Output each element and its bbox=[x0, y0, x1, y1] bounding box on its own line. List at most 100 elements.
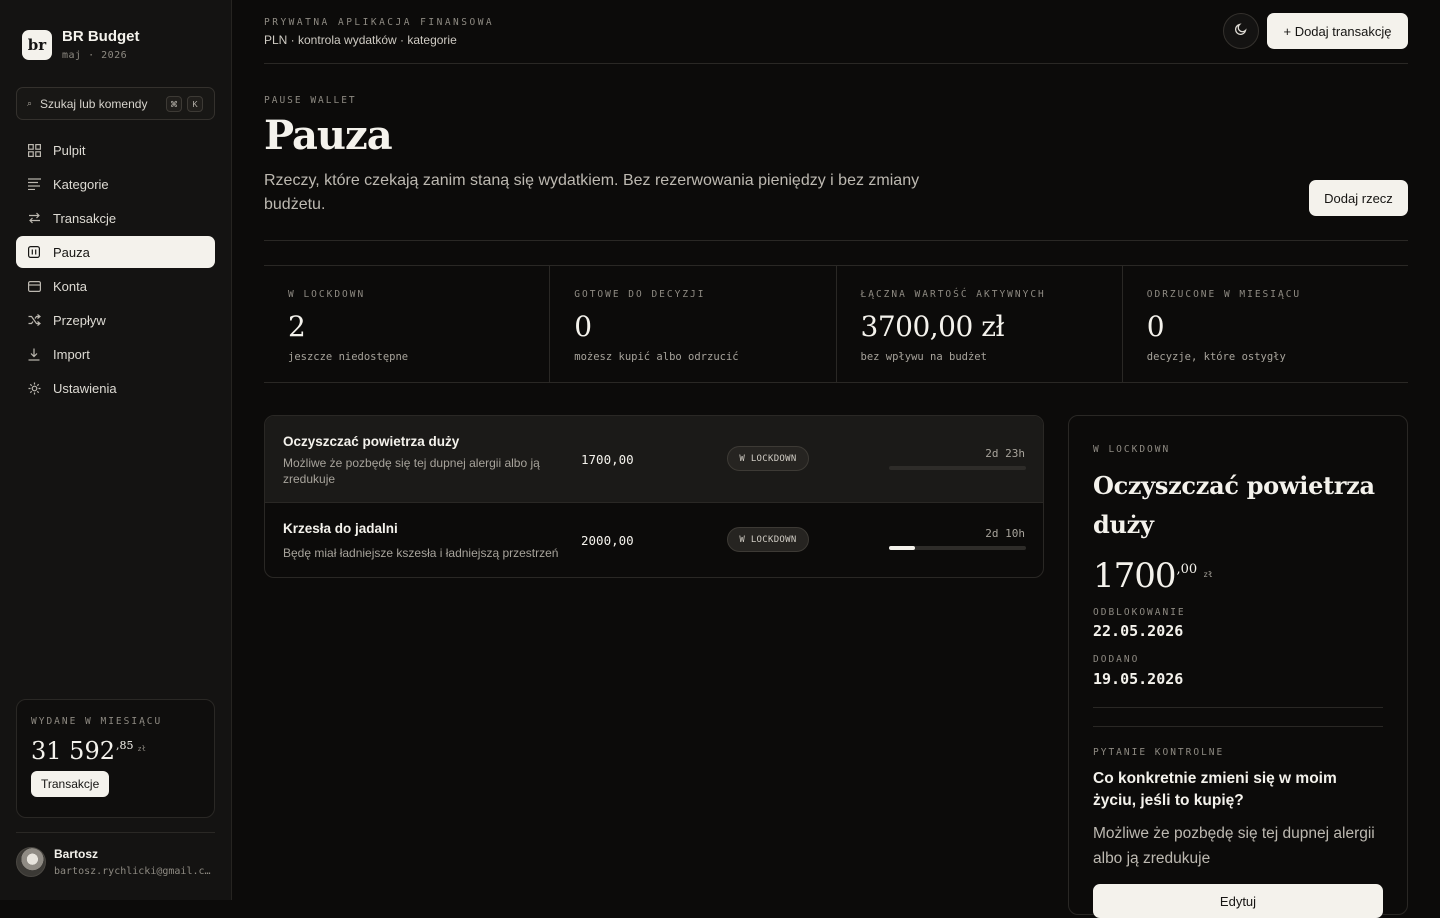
page-title: Pauza bbox=[264, 112, 393, 159]
detail-amount-int: 1700 bbox=[1093, 556, 1177, 596]
sidebar-item-label: Ustawienia bbox=[53, 380, 117, 396]
added-date: 19.05.2026 bbox=[1093, 670, 1184, 688]
stat-value: 0 bbox=[574, 310, 592, 343]
item-description: Możliwe że pozbędę się tej dupnej alergi… bbox=[283, 456, 540, 486]
stat-note: jeszcze niedostępne bbox=[288, 351, 409, 363]
card-icon bbox=[26, 278, 42, 294]
detail-amount: 1700 ,00 zł bbox=[1093, 556, 1213, 596]
user-name: Bartosz bbox=[54, 847, 99, 861]
status-badge: W LOCKDOWN bbox=[727, 446, 809, 471]
added-label: DODANO bbox=[1093, 654, 1140, 665]
sidebar: br BR Budget maj · 2026 ⌕ Szukaj lub kom… bbox=[0, 0, 232, 900]
item-timer: 2d 23h bbox=[985, 447, 1025, 460]
sidebar-item-kategorie[interactable]: Kategorie bbox=[16, 168, 215, 200]
sidebar-item-label: Pulpit bbox=[53, 142, 86, 158]
stat-note: bez wpływu na budżet bbox=[860, 351, 987, 363]
edit-label: Edytuj bbox=[1219, 894, 1257, 909]
stat-note: możesz kupić albo odrzucić bbox=[574, 351, 739, 363]
sidebar-item-konta[interactable]: Konta bbox=[16, 270, 215, 302]
gear-icon bbox=[26, 380, 42, 396]
list-item[interactable]: Krzesła do jadalni Będę miał ładniejsze … bbox=[265, 503, 1043, 577]
stat-label: GOTOWE DO DECYZJI bbox=[574, 289, 706, 300]
question-label: PYTANIE KONTROLNE bbox=[1093, 747, 1225, 758]
page-eyebrow: PAUSE WALLET bbox=[264, 95, 357, 106]
divider bbox=[1093, 707, 1383, 708]
brand-logo: br bbox=[22, 30, 52, 60]
shuffle-icon bbox=[26, 312, 42, 328]
brand-period: maj · 2026 bbox=[62, 50, 128, 61]
search-icon: ⌕ bbox=[27, 98, 33, 108]
download-icon bbox=[26, 346, 42, 362]
sidebar-item-label: Przepływ bbox=[53, 312, 106, 328]
detail-amount-dec: ,00 bbox=[1176, 562, 1198, 577]
edit-button[interactable]: Edytuj bbox=[1093, 884, 1383, 918]
progress-fill bbox=[889, 546, 916, 550]
stat-value: 0 bbox=[1146, 310, 1165, 343]
sidebar-item-label: Konta bbox=[53, 278, 87, 294]
main-content: PRYWATNA APLIKACJA FINANSOWA PLN · kontr… bbox=[264, 0, 1408, 918]
item-name: Oczyszczać powietrza duży bbox=[283, 434, 460, 449]
item-detail-panel: W LOCKDOWN Oczyszczać powietrza duży 170… bbox=[1068, 415, 1408, 918]
page-description: Rzeczy, które czekają zanim staną się wy… bbox=[264, 172, 920, 213]
kbd-cmd: ⌘ bbox=[166, 96, 182, 112]
control-question: Co konkretnie zmieni się w moim życiu, j… bbox=[1093, 770, 1337, 809]
stat-ready: GOTOWE DO DECYZJI 0 możesz kupić albo od… bbox=[550, 266, 837, 382]
sidebar-item-pulpit[interactable]: Pulpit bbox=[16, 134, 215, 166]
unlock-date: 22.05.2026 bbox=[1093, 622, 1184, 640]
pause-icon bbox=[26, 244, 42, 260]
app-subcaption: PLN · kontrola wydatków · kategorie bbox=[264, 33, 457, 47]
kbd-k: K bbox=[187, 96, 203, 112]
brand[interactable]: br BR Budget maj · 2026 bbox=[22, 29, 140, 61]
add-item-button[interactable]: Dodaj rzecz bbox=[1309, 180, 1408, 216]
control-answer: Możliwe że pozbędę się tej dupnej alergi… bbox=[1093, 825, 1375, 867]
stat-value: 2 bbox=[288, 310, 306, 343]
monthly-spent-card: WYDANE W MIESIĄCU 31 592 ,85 zł Transakc… bbox=[16, 699, 215, 818]
divider bbox=[264, 240, 1408, 241]
stats-row: W LOCKDOWN 2 jeszcze niedostępne GOTOWE … bbox=[264, 265, 1408, 383]
divider bbox=[16, 832, 215, 833]
spent-dec: ,85 bbox=[115, 739, 134, 752]
item-amount: 1700,00 bbox=[581, 452, 634, 467]
search-button[interactable]: ⌕ Szukaj lub komendy ⌘ K bbox=[16, 87, 215, 120]
sidebar-item-transakcje[interactable]: Transakcje bbox=[16, 202, 215, 234]
avatar bbox=[16, 847, 46, 877]
list-item[interactable]: Oczyszczać powietrza duży Możliwe że poz… bbox=[265, 416, 1043, 503]
sidebar-item-label: Transakcje bbox=[53, 210, 117, 226]
spent-label: WYDANE W MIESIĄCU bbox=[31, 716, 163, 727]
transactions-button[interactable]: Transakcje bbox=[31, 771, 110, 797]
user-profile[interactable]: Bartosz bartosz.rychlicki@gmail.com bbox=[16, 847, 214, 877]
grid-icon bbox=[26, 142, 42, 158]
sidebar-nav: Pulpit Kategorie Transakcje Pauza Konta bbox=[16, 134, 215, 406]
stat-note: decyzje, które ostygły bbox=[1146, 351, 1286, 363]
sidebar-item-import[interactable]: Import bbox=[16, 338, 215, 370]
list-icon bbox=[26, 176, 42, 192]
stat-label: ŁĄCZNA WARTOŚĆ AKTYWNYCH bbox=[860, 289, 1046, 300]
stat-value: 3700,00 zł bbox=[860, 310, 1005, 343]
item-amount: 2000,00 bbox=[581, 533, 634, 548]
sidebar-item-pauza[interactable]: Pauza bbox=[16, 236, 215, 268]
moon-icon bbox=[1234, 22, 1247, 40]
add-transaction-button[interactable]: + Dodaj transakcję bbox=[1267, 13, 1408, 49]
arrows-icon bbox=[26, 210, 42, 226]
sidebar-item-ustawienia[interactable]: Ustawienia bbox=[16, 372, 215, 404]
sidebar-item-label: Pauza bbox=[53, 244, 90, 260]
stat-rejected: ODRZUCONE W MIESIĄCU 0 decyzje, które os… bbox=[1123, 266, 1408, 382]
theme-toggle-button[interactable] bbox=[1223, 13, 1259, 49]
stat-label: ODRZUCONE W MIESIĄCU bbox=[1146, 289, 1302, 300]
spent-amount: 31 592 ,85 zł bbox=[31, 737, 200, 765]
divider bbox=[1093, 726, 1383, 727]
progress-bar bbox=[889, 466, 1026, 470]
user-email: bartosz.rychlicki@gmail.com bbox=[54, 866, 214, 877]
detail-title: Oczyszczać powietrza duży bbox=[1093, 471, 1375, 539]
stat-lockdown: W LOCKDOWN 2 jeszcze niedostępne bbox=[264, 266, 551, 382]
status-badge: W LOCKDOWN bbox=[727, 527, 809, 552]
detail-currency: zł bbox=[1203, 570, 1213, 579]
detail-status: W LOCKDOWN bbox=[1093, 444, 1171, 455]
item-name: Krzesła do jadalni bbox=[283, 521, 398, 536]
sidebar-item-przeplyw[interactable]: Przepływ bbox=[16, 304, 215, 336]
sidebar-item-label: Import bbox=[53, 346, 90, 362]
app-caption: PRYWATNA APLIKACJA FINANSOWA bbox=[264, 17, 495, 28]
item-description: Będę miał ładniejsze kszesła i ładniejsz… bbox=[283, 546, 559, 560]
stat-total-value: ŁĄCZNA WARTOŚĆ AKTYWNYCH 3700,00 zł bez … bbox=[837, 266, 1123, 382]
paused-items-list: Oczyszczać powietrza duży Możliwe że poz… bbox=[264, 415, 1044, 578]
